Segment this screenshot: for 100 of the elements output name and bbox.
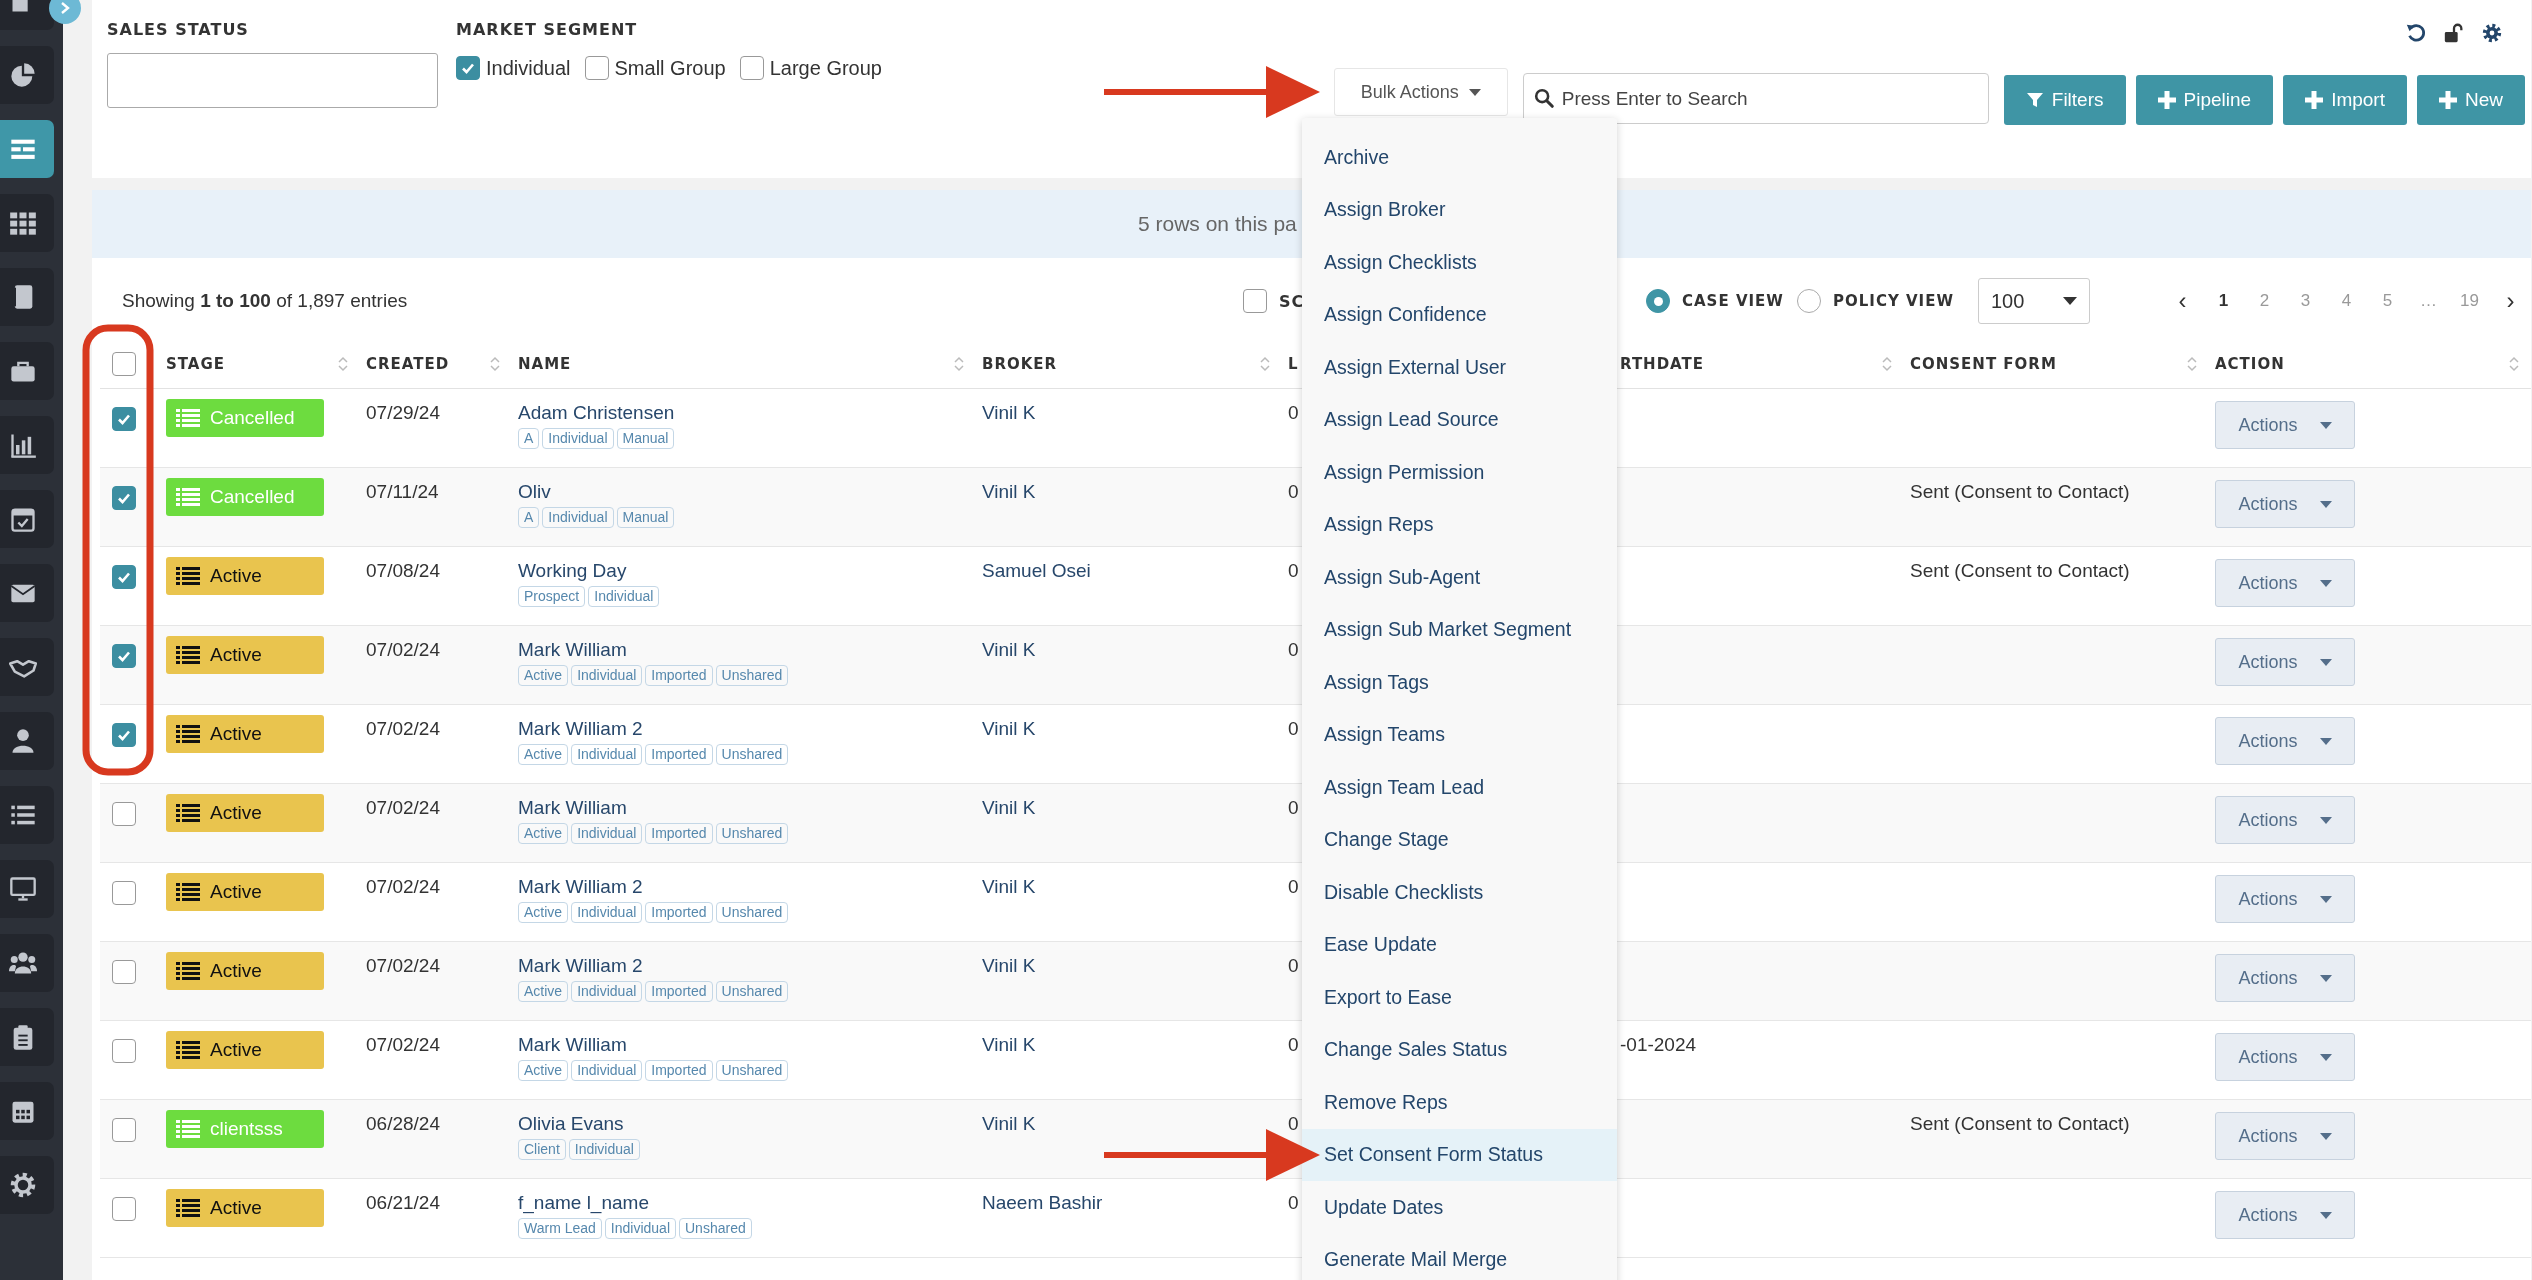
- tag: Individual: [542, 428, 614, 449]
- table-cell: Samuel Osei: [982, 560, 1091, 581]
- actions-button[interactable]: Actions: [2215, 401, 2355, 449]
- column-header[interactable]: STAGE: [166, 355, 226, 373]
- table-cell: Vinil K: [982, 1034, 1036, 1055]
- tag: Manual: [616, 507, 675, 528]
- table-cell: 0: [1288, 1113, 1299, 1134]
- stage-badge: Active: [166, 636, 324, 674]
- tag: Imported: [645, 744, 713, 765]
- tag: A: [518, 507, 540, 528]
- record-name[interactable]: Mark William: [518, 1034, 970, 1056]
- record-name[interactable]: Oliv: [518, 481, 970, 503]
- table-cell: 07/02/24: [366, 718, 440, 739]
- record-name[interactable]: Olivia Evans: [518, 1113, 970, 1135]
- column-header[interactable]: CREATED: [366, 355, 450, 373]
- actions-button[interactable]: Actions: [2215, 717, 2355, 765]
- record-name[interactable]: Mark William 2: [518, 955, 970, 977]
- table-cell: 07/02/24: [366, 876, 440, 897]
- page-link[interactable]: 1: [2203, 291, 2244, 311]
- record-name[interactable]: Mark William: [518, 797, 970, 819]
- menu-item[interactable]: Assign Tags: [1302, 656, 1617, 709]
- checkbox-label: Individual: [486, 56, 571, 80]
- banner-text: 5 rows on this pa: [1138, 212, 1297, 236]
- table-cell: 0: [1288, 797, 1299, 818]
- actions-button[interactable]: Actions: [2215, 480, 2355, 528]
- tag: Active: [518, 823, 569, 844]
- actions-button[interactable]: Actions: [2215, 875, 2355, 923]
- actions-button[interactable]: Actions: [2215, 796, 2355, 844]
- column-header[interactable]: NAME: [518, 355, 572, 373]
- menu-item[interactable]: Assign Lead Source: [1302, 393, 1617, 446]
- menu-item[interactable]: Change Stage: [1302, 813, 1617, 866]
- tag: Individual: [542, 507, 614, 528]
- menu-item[interactable]: Assign Confidence: [1302, 288, 1617, 341]
- table-cell: 07/02/24: [366, 797, 440, 818]
- menu-item[interactable]: Archive: [1302, 131, 1617, 184]
- tag: Prospect: [518, 586, 586, 607]
- menu-item[interactable]: Assign Sub Market Segment: [1302, 603, 1617, 656]
- menu-item[interactable]: Assign Checklists: [1302, 236, 1617, 289]
- record-name[interactable]: Mark William 2: [518, 876, 970, 898]
- menu-item[interactable]: Assign Sub-Agent: [1302, 551, 1617, 604]
- menu-item[interactable]: Change Sales Status: [1302, 1023, 1617, 1076]
- tag: Warm Lead: [518, 1218, 602, 1239]
- stage-badge: Active: [166, 1189, 324, 1227]
- menu-item[interactable]: Assign Reps: [1302, 498, 1617, 551]
- record-name[interactable]: Working Day: [518, 560, 970, 582]
- record-name[interactable]: f_name l_name: [518, 1192, 970, 1214]
- page-arrow[interactable]: ›: [2490, 287, 2531, 315]
- record-name[interactable]: Mark William: [518, 639, 970, 661]
- page-ellipsis: …: [2419, 291, 2438, 311]
- bulk-actions-button[interactable]: Bulk Actions: [1333, 68, 1508, 116]
- tag: Individual: [571, 981, 643, 1002]
- tag: Active: [518, 744, 569, 765]
- table-cell: Sent (Consent to Contact): [1910, 560, 2130, 581]
- actions-button[interactable]: Actions: [2215, 954, 2355, 1002]
- tag: Unshared: [715, 981, 789, 1002]
- table-cell: 07/29/24: [366, 402, 440, 423]
- menu-item[interactable]: Assign Broker: [1302, 183, 1617, 236]
- actions-button[interactable]: Actions: [2215, 638, 2355, 686]
- tag: Individual: [568, 1139, 640, 1160]
- menu-item[interactable]: Assign Permission: [1302, 446, 1617, 499]
- column-header[interactable]: CONSENT FORM: [1910, 355, 2057, 373]
- tag: Unshared: [715, 823, 789, 844]
- table-cell: 06/28/24: [366, 1113, 440, 1134]
- search-field[interactable]: Press Enter to Search: [1522, 73, 1989, 124]
- actions-button[interactable]: Actions: [2215, 559, 2355, 607]
- checkbox-label: Large Group: [769, 56, 882, 80]
- menu-item[interactable]: Assign Teams: [1302, 708, 1617, 761]
- table-cell: 07/11/24: [366, 481, 439, 502]
- table-cell: Vinil K: [982, 718, 1036, 739]
- tag: Unshared: [715, 902, 789, 923]
- record-name[interactable]: Mark William 2: [518, 718, 970, 740]
- column-header[interactable]: ACTION: [2215, 355, 2285, 373]
- table-cell: 0: [1288, 402, 1299, 423]
- page-size-select[interactable]: 100: [1978, 278, 2090, 324]
- tag: Imported: [645, 1060, 713, 1081]
- actions-button[interactable]: Actions: [2215, 1112, 2355, 1160]
- menu-item[interactable]: Remove Reps: [1302, 1076, 1617, 1129]
- table-cell: Naeem Bashir: [982, 1192, 1103, 1213]
- record-name[interactable]: Adam Christensen: [518, 402, 970, 424]
- column-header[interactable]: L: [1288, 355, 1299, 373]
- table-cell: 07/08/24: [366, 560, 440, 581]
- stage-badge: Active: [166, 715, 324, 753]
- column-header[interactable]: BROKER: [982, 355, 1058, 373]
- menu-item[interactable]: Disable Checklists: [1302, 866, 1617, 919]
- tag: Individual: [571, 823, 643, 844]
- menu-item[interactable]: Ease Update: [1302, 918, 1617, 971]
- menu-item[interactable]: Update Dates: [1302, 1181, 1617, 1234]
- menu-item[interactable]: Generate Mail Merge: [1302, 1233, 1617, 1280]
- table-cell: 0: [1288, 955, 1299, 976]
- actions-button[interactable]: Actions: [2215, 1033, 2355, 1081]
- menu-item[interactable]: Assign External User: [1302, 341, 1617, 394]
- table-cell: Sent (Consent to Contact): [1910, 481, 2130, 502]
- table-cell: Vinil K: [982, 876, 1036, 897]
- actions-button[interactable]: Actions: [2215, 1191, 2355, 1239]
- menu-item[interactable]: Assign Team Lead: [1302, 761, 1617, 814]
- menu-item[interactable]: Export to Ease: [1302, 971, 1617, 1024]
- tag: Individual: [571, 902, 643, 923]
- page-arrow[interactable]: ‹: [2162, 287, 2203, 315]
- column-header[interactable]: RTHDATE: [1620, 355, 1705, 373]
- menu-item[interactable]: Set Consent Form Status: [1302, 1128, 1617, 1181]
